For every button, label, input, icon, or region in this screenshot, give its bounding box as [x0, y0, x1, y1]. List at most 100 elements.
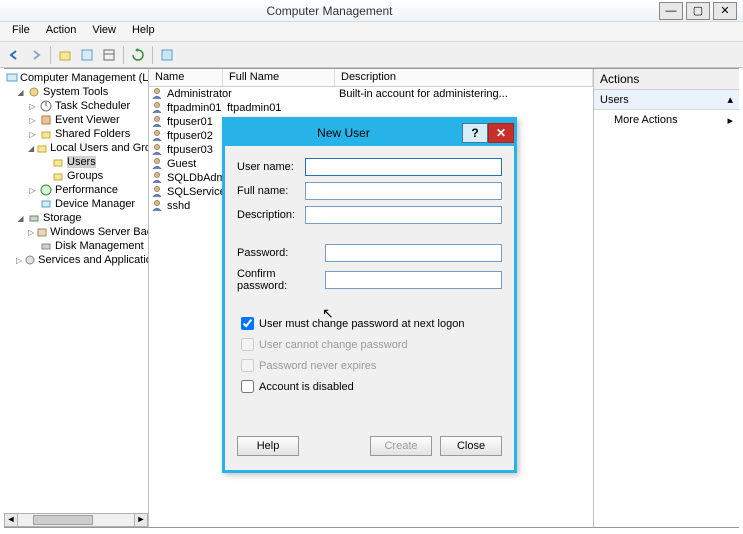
expand-icon[interactable]: ▷ [28, 130, 37, 139]
refresh-button[interactable] [128, 45, 148, 65]
menu-bar: File Action View Help [0, 22, 743, 42]
tree-system-tools[interactable]: ◢System Tools [6, 85, 146, 99]
expand-icon[interactable]: ▷ [28, 228, 34, 237]
actions-header: Actions [594, 69, 739, 90]
close-button[interactable]: ✕ [713, 2, 737, 20]
show-hide-tree-button[interactable] [77, 45, 97, 65]
tree-device-manager[interactable]: Device Manager [6, 197, 146, 211]
help-button[interactable]: Help [237, 436, 299, 456]
cannot-change-password-checkbox [241, 338, 254, 351]
actions-more[interactable]: More Actions ▸ [594, 110, 739, 130]
create-button[interactable]: Create [370, 436, 432, 456]
collapse-icon[interactable]: ◢ [16, 88, 25, 97]
share-icon [39, 127, 53, 141]
close-button[interactable]: Close [440, 436, 502, 456]
dialog-help-button[interactable]: ? [462, 123, 488, 143]
menu-help[interactable]: Help [124, 22, 163, 41]
description-input[interactable] [305, 206, 502, 224]
menu-action[interactable]: Action [38, 22, 85, 41]
device-icon [39, 197, 53, 211]
scroll-track[interactable] [18, 513, 134, 527]
export-list-button[interactable] [99, 45, 119, 65]
toolbar [0, 42, 743, 68]
description-label: Description: [237, 209, 305, 221]
user-row[interactable]: ftpadmin01ftpadmin01 [149, 101, 593, 115]
tree-services-applications[interactable]: ▷Services and Applications [6, 253, 146, 267]
tree-root[interactable]: Computer Management (Local [6, 71, 146, 85]
username-input[interactable] [305, 158, 502, 176]
dialog-title: New User [225, 126, 462, 140]
user-icon [151, 115, 165, 129]
user-row[interactable]: AdministratorBuilt-in account for admini… [149, 87, 593, 101]
tree-horizontal-scrollbar[interactable]: ◄ ► [4, 513, 148, 527]
tree-task-scheduler[interactable]: ▷Task Scheduler [6, 99, 146, 113]
menu-file[interactable]: File [4, 22, 38, 41]
computer-icon [6, 71, 18, 85]
password-label: Password: [237, 247, 325, 259]
expand-icon[interactable]: ▷ [28, 102, 37, 111]
window-titlebar: Computer Management — ▢ ✕ [0, 0, 743, 22]
expand-icon[interactable]: ▷ [28, 186, 37, 195]
dialog-titlebar[interactable]: New User ? ✕ [225, 120, 514, 146]
actions-users-header[interactable]: Users ▴ [594, 90, 739, 110]
services-icon [24, 253, 36, 267]
must-change-password-checkbox[interactable] [241, 317, 254, 330]
maximize-button[interactable]: ▢ [686, 2, 710, 20]
col-fullname[interactable]: Full Name [223, 69, 335, 86]
collapse-icon[interactable]: ◢ [28, 144, 34, 153]
tools-icon [27, 85, 41, 99]
confirm-password-input[interactable] [325, 271, 502, 289]
tree-local-users-groups[interactable]: ◢Local Users and Groups [6, 141, 146, 155]
backup-icon [36, 225, 48, 239]
back-button[interactable] [4, 45, 24, 65]
clock-icon [39, 99, 53, 113]
tree-event-viewer[interactable]: ▷Event Viewer [6, 113, 146, 127]
confirm-password-label: Confirm password: [237, 268, 325, 292]
scroll-thumb[interactable] [33, 515, 93, 525]
tree-shared-folders[interactable]: ▷Shared Folders [6, 127, 146, 141]
password-never-expires-checkbox [241, 359, 254, 372]
account-disabled-checkbox[interactable] [241, 380, 254, 393]
folder-icon [51, 169, 65, 183]
tree-groups[interactable]: Groups [6, 169, 146, 183]
menu-view[interactable]: View [84, 22, 124, 41]
properties-button[interactable] [157, 45, 177, 65]
user-icon [151, 199, 165, 213]
user-icon [151, 101, 165, 115]
expand-icon[interactable]: ▷ [16, 256, 22, 265]
col-name[interactable]: Name [149, 69, 223, 86]
user-icon [151, 129, 165, 143]
new-user-dialog: New User ? ✕ User name: Full name: Descr… [222, 117, 517, 473]
user-icon [151, 171, 165, 185]
username-label: User name: [237, 161, 305, 173]
tree-disk-management[interactable]: Disk Management [6, 239, 146, 253]
scroll-left-button[interactable]: ◄ [4, 513, 18, 527]
user-icon [151, 157, 165, 171]
up-button[interactable] [55, 45, 75, 65]
tree-users[interactable]: Users [6, 155, 146, 169]
expand-icon[interactable]: ▷ [28, 116, 37, 125]
forward-button[interactable] [26, 45, 46, 65]
tree-storage[interactable]: ◢Storage [6, 211, 146, 225]
perf-icon [39, 183, 53, 197]
user-icon [151, 143, 165, 157]
dialog-close-button[interactable]: ✕ [488, 123, 514, 143]
navigation-tree[interactable]: Computer Management (Local ◢System Tools… [4, 69, 149, 527]
col-description[interactable]: Description [335, 69, 593, 86]
window-title: Computer Management [0, 4, 659, 18]
actions-pane: Actions Users ▴ More Actions ▸ [594, 69, 739, 527]
password-input[interactable] [325, 244, 502, 262]
user-icon [151, 185, 165, 199]
scroll-right-button[interactable]: ► [134, 513, 148, 527]
users-folder-icon [36, 141, 48, 155]
collapse-icon[interactable]: ◢ [16, 214, 25, 223]
tree-windows-server-backup[interactable]: ▷Windows Server Backup [6, 225, 146, 239]
storage-icon [27, 211, 41, 225]
minimize-button[interactable]: — [659, 2, 683, 20]
chevron-up-icon: ▴ [727, 93, 733, 106]
folder-icon [51, 155, 65, 169]
tree-performance[interactable]: ▷Performance [6, 183, 146, 197]
fullname-input[interactable] [305, 182, 502, 200]
disk-icon [39, 239, 53, 253]
fullname-label: Full name: [237, 185, 305, 197]
